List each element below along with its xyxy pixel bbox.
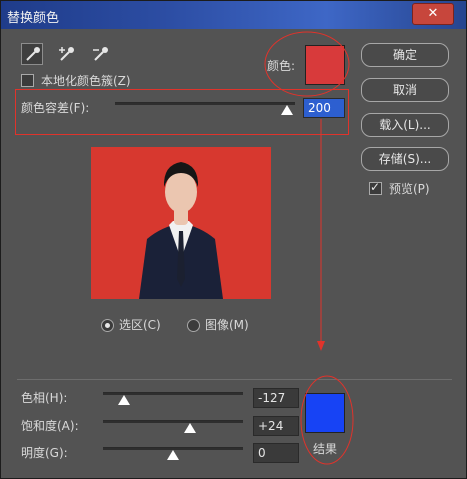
selection-color-swatch[interactable] xyxy=(305,45,345,85)
hue-slider-thumb[interactable] xyxy=(117,395,130,405)
image-radio[interactable] xyxy=(187,319,200,332)
annotation-rectangle xyxy=(15,89,349,135)
cancel-button[interactable]: 取消 xyxy=(361,78,449,102)
save-button[interactable]: 存储(S)... xyxy=(361,147,449,171)
eyedropper-add-tool-button[interactable] xyxy=(55,43,77,65)
image-radio-label: 图像(M) xyxy=(205,318,249,332)
section-divider xyxy=(17,379,452,380)
hue-label: 色相(H): xyxy=(21,391,68,405)
selection-radio-label: 选区(C) xyxy=(119,318,161,332)
close-button[interactable]: ✕ xyxy=(412,3,454,25)
portrait-photo xyxy=(139,162,223,299)
eyedropper-subtract-tool-button[interactable] xyxy=(89,43,111,65)
lightness-label: 明度(G): xyxy=(21,446,68,460)
localized-color-clusters-checkbox[interactable] xyxy=(21,74,34,87)
saturation-slider-track[interactable] xyxy=(103,420,243,423)
result-label: 结果 xyxy=(313,442,338,456)
eyedropper-tool-button[interactable] xyxy=(21,43,43,65)
annotation-arrow-head xyxy=(317,341,325,351)
preview-checkbox[interactable] xyxy=(369,180,382,195)
saturation-label: 饱和度(A): xyxy=(21,419,79,433)
hue-input[interactable]: -127 xyxy=(253,388,299,408)
lightness-slider-thumb[interactable] xyxy=(167,450,179,460)
preview-image xyxy=(91,147,271,299)
ok-button[interactable]: 确定 xyxy=(361,43,449,67)
result-color-swatch[interactable] xyxy=(305,393,345,433)
dialog-body: 本地化颜色簇(Z) 颜色: 颜色容差(F): 200 确定 取消 载入(L)..… xyxy=(7,31,462,474)
title-bar: 替换颜色 ✕ xyxy=(1,1,466,29)
localized-color-clusters-label: 本地化颜色簇(Z) xyxy=(41,74,131,88)
eyedropper-minus-icon xyxy=(93,47,108,61)
load-button[interactable]: 载入(L)... xyxy=(361,113,449,137)
eyedropper-icon xyxy=(26,47,40,61)
color-label: 颜色: xyxy=(267,59,296,73)
selection-radio[interactable] xyxy=(101,319,114,332)
replace-color-dialog: 替换颜色 ✕ 本地化颜色簇(Z) 颜色: 颜色容差(F): 200 确定 取消 … xyxy=(0,0,467,479)
saturation-slider-thumb[interactable] xyxy=(183,423,196,433)
eyedropper-plus-icon xyxy=(59,47,74,61)
saturation-input[interactable]: +24 xyxy=(253,416,299,436)
window-title: 替换颜色 xyxy=(7,11,60,26)
preview-label: 预览(P) xyxy=(389,182,430,196)
lightness-input[interactable]: 0 xyxy=(253,443,299,463)
